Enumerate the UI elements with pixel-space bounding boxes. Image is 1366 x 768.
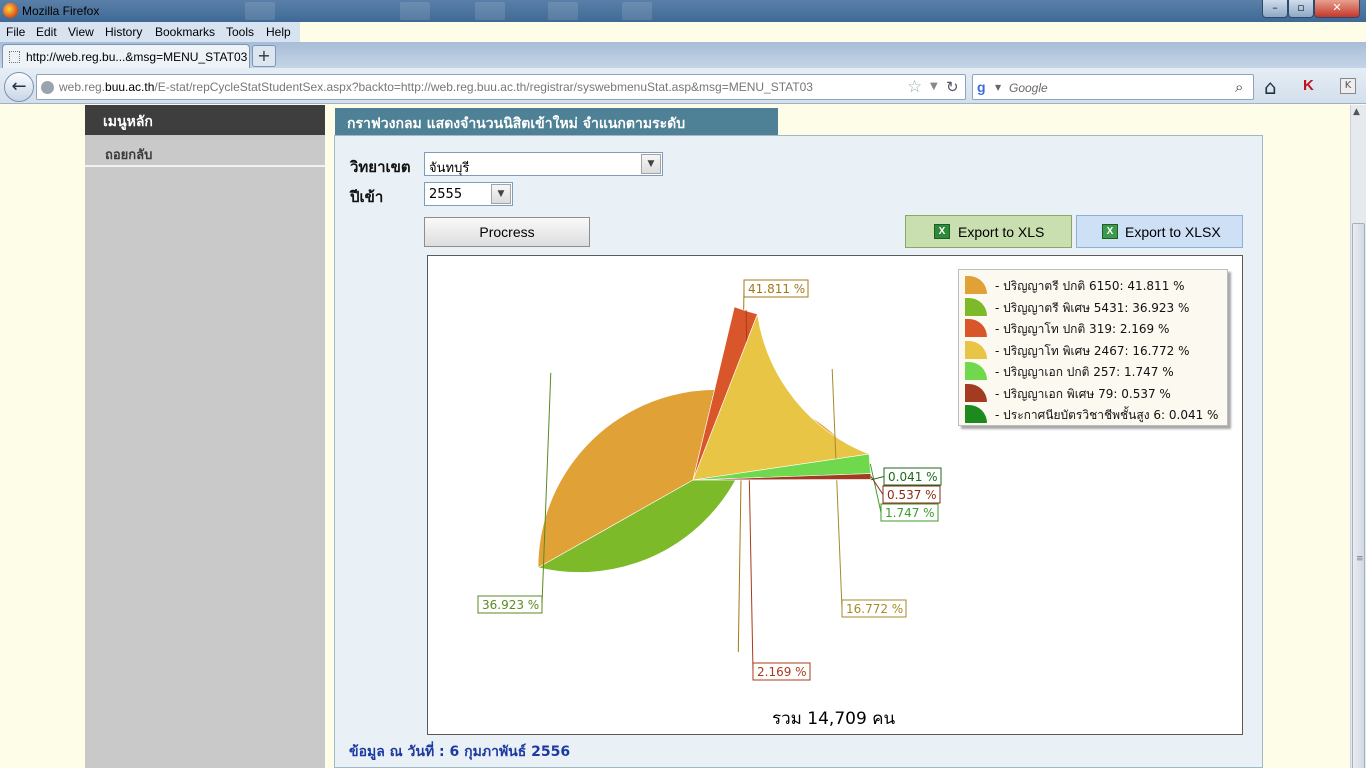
menu-help[interactable]: Help (266, 25, 291, 39)
menu-view[interactable]: View (68, 25, 94, 39)
chart-total: รวม 14,709 คน (772, 709, 896, 729)
legend-swatch-icon (965, 340, 987, 359)
pie-chart-area: 41.811 % 36.923 % 2.169 % 16.772 % 1.747 % 0.… (427, 255, 1243, 735)
window-title: Mozilla Firefox (22, 4, 100, 18)
search-placeholder: Google (1009, 81, 1048, 95)
process-button[interactable]: Procress (424, 217, 590, 247)
maximize-button[interactable]: ▫ (1288, 0, 1314, 18)
slice-leader-line (831, 368, 843, 609)
addon-icon[interactable]: K (1340, 78, 1356, 94)
page-title: กราฟวงกลม แสดงจำนวนนิสิตเข้าใหม่ จำแนกตา… (335, 108, 778, 135)
scrollbar-thumb[interactable]: ≡ (1352, 223, 1365, 768)
search-bar[interactable]: g ▼ Google ⌕ (972, 74, 1254, 100)
search-engine-dropdown-icon[interactable]: ▼ (995, 83, 1001, 92)
legend-label: - ประกาศนียบัตรวิชาชีพชั้นสูง 6: 0.041 % (995, 408, 1219, 422)
tab-title: http://web.reg.bu...&msg=MENU_STAT03 (26, 50, 248, 64)
legend-swatch-icon (965, 383, 987, 402)
legend-swatch-icon (965, 319, 987, 337)
url-text[interactable]: web.reg.buu.ac.th/E-stat/repCycleStatStu… (59, 80, 813, 94)
export-xls-button[interactable]: X Export to XLS (905, 215, 1072, 248)
tab-strip: http://web.reg.bu...&msg=MENU_STAT03 (0, 42, 1366, 68)
minimize-button[interactable]: – (1262, 0, 1288, 18)
desktop-shortcut-icon (548, 2, 578, 20)
scroll-up-icon[interactable]: ▲ (1353, 107, 1360, 117)
sidebar-item-back[interactable]: ถอยกลับ (85, 139, 325, 167)
year-select[interactable]: 2555 ▼ (424, 182, 513, 206)
reload-icon[interactable]: ↻ (946, 78, 959, 96)
vertical-scrollbar[interactable]: ▲ ≡ (1350, 105, 1366, 768)
home-icon[interactable]: ⌂ (1264, 75, 1277, 99)
menu-file[interactable]: File (6, 25, 25, 39)
legend-item: - ปริญญาเอก ปกติ 257: 1.747 % (963, 361, 1228, 381)
sidebar-header: เมนูหลัก (85, 105, 325, 135)
legend-item: - ปริญญาเอก พิเศษ 79: 0.537 % (963, 383, 1228, 403)
excel-icon: X (934, 224, 950, 239)
desktop-shortcut-icon (475, 2, 505, 20)
slice-leader-line (869, 463, 882, 513)
year-label: ปีเข้า (350, 188, 384, 206)
slice-label: 36.923 % (482, 598, 539, 612)
slice-label: 1.747 % (885, 506, 935, 520)
menu-history[interactable]: History (105, 25, 142, 39)
menu-edit[interactable]: Edit (36, 25, 57, 39)
window-titlebar: Mozilla Firefox – ▫ ✕ (0, 0, 1366, 22)
desktop-shortcut-icon (622, 2, 652, 20)
scroll-grip-icon: ≡ (1356, 554, 1364, 564)
legend-item: - ปริญญาโท พิเศษ 2467: 16.772 % (963, 340, 1228, 360)
legend-swatch-icon (965, 362, 987, 380)
sidebar: เมนูหลัก ถอยกลับ (85, 105, 325, 768)
slice-label: 0.537 % (887, 488, 937, 502)
back-button[interactable]: ← (4, 72, 34, 102)
chart-legend: - ปริญญาตรี ปกติ 6150: 41.811 % - ปริญญาต… (958, 269, 1228, 426)
back-arrow-icon: ← (11, 76, 27, 97)
url-dropdown-icon[interactable]: ▼ (930, 81, 938, 92)
campus-select[interactable]: จันทบุรี ▼ (424, 152, 663, 176)
slice-label: 16.772 % (846, 602, 903, 616)
menu-bookmarks[interactable]: Bookmarks (155, 25, 215, 39)
excel-icon: X (1102, 224, 1118, 239)
slice-label: 0.041 % (888, 470, 938, 484)
firefox-icon (3, 3, 18, 18)
year-select-value: 2555 (429, 187, 463, 202)
legend-label: - ปริญญาตรี ปกติ 6150: 41.811 % (995, 279, 1185, 293)
bookmark-star-icon[interactable]: ☆ (907, 77, 922, 97)
desktop-shortcut-icon (400, 2, 430, 20)
legend-item: - ประกาศนียบัตรวิชาชีพชั้นสูง 6: 0.041 % (963, 404, 1228, 424)
export-xls-label: Export to XLS (958, 224, 1045, 240)
menu-bar: File Edit View History Bookmarks Tools H… (0, 22, 300, 42)
chevron-down-icon[interactable]: ▼ (491, 184, 511, 204)
url-bar[interactable]: web.reg.buu.ac.th/E-stat/repCycleStatStu… (36, 74, 966, 100)
chevron-down-icon[interactable]: ▼ (641, 154, 661, 174)
export-xlsx-label: Export to XLSX (1125, 224, 1221, 240)
slice-label: 2.169 % (757, 665, 807, 679)
data-date: ข้อมูล ณ วันที่ : 6 กุมภาพันธ์ 2556 (349, 744, 571, 760)
menu-tools[interactable]: Tools (226, 25, 254, 39)
campus-select-value: จันทบุรี (429, 161, 470, 176)
kaspersky-icon[interactable]: K (1303, 77, 1314, 94)
desktop-shortcut-icon (245, 2, 275, 20)
navigation-toolbar: ← web.reg.buu.ac.th/E-stat/repCycleStatS… (0, 68, 1366, 104)
legend-swatch-icon (965, 405, 987, 423)
search-icon[interactable]: ⌕ (1235, 78, 1243, 96)
legend-swatch-icon (965, 276, 987, 294)
slice-label: 41.811 % (748, 282, 805, 296)
legend-label: - ปริญญาเอก ปกติ 257: 1.747 % (995, 365, 1174, 379)
legend-item: - ปริญญาตรี พิเศษ 5431: 36.923 % (963, 297, 1228, 317)
close-button[interactable]: ✕ (1314, 0, 1360, 18)
page-favicon-icon (9, 51, 20, 63)
legend-label: - ปริญญาโท ปกติ 319: 2.169 % (995, 322, 1170, 336)
google-icon[interactable]: g (977, 80, 986, 94)
legend-label: - ปริญญาเอก พิเศษ 79: 0.537 % (995, 386, 1171, 401)
legend-item: - ปริญญาโท ปกติ 319: 2.169 % (963, 318, 1228, 338)
new-tab-button[interactable]: + (252, 45, 276, 67)
site-identity-icon[interactable] (41, 81, 54, 94)
legend-swatch-icon (965, 297, 987, 316)
campus-label: วิทยาเขต (350, 158, 411, 176)
legend-label: - ปริญญาโท พิเศษ 2467: 16.772 % (995, 343, 1190, 358)
legend-item: - ปริญญาตรี ปกติ 6150: 41.811 % (963, 275, 1228, 295)
legend-label: - ปริญญาตรี พิเศษ 5431: 36.923 % (995, 300, 1190, 315)
browser-tab[interactable]: http://web.reg.bu...&msg=MENU_STAT03 (2, 44, 250, 68)
export-xlsx-button[interactable]: X Export to XLSX (1076, 215, 1243, 248)
